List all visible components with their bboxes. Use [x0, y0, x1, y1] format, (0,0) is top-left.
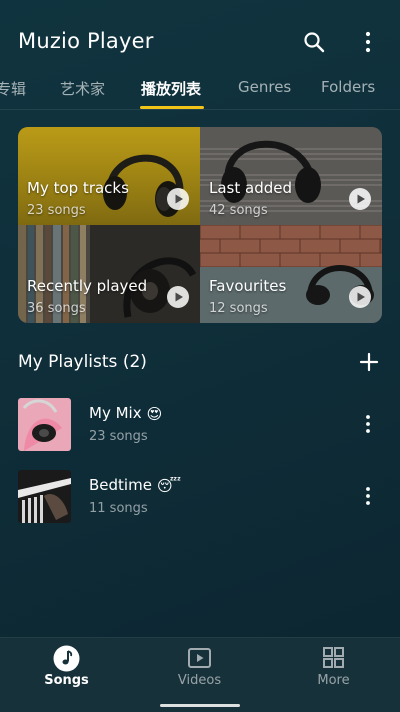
playlist-thumbnail	[18, 398, 71, 451]
nav-more[interactable]: More	[267, 638, 400, 712]
nav-songs[interactable]: Songs	[0, 638, 133, 712]
playlist-row-my-mix[interactable]: My Mix 😍 23 songs	[0, 398, 400, 458]
tab-artists[interactable]: 艺术家	[60, 78, 105, 99]
tile-label: Recently played	[27, 277, 148, 295]
tab-folders[interactable]: Folders	[321, 78, 375, 96]
more-vertical-icon[interactable]	[358, 484, 378, 508]
home-indicator	[160, 704, 240, 707]
plus-icon[interactable]	[358, 351, 380, 373]
nav-videos[interactable]: Videos	[133, 638, 266, 712]
nav-label: Videos	[177, 673, 222, 688]
music-note-icon	[53, 645, 80, 672]
app-bar: Muzio Player	[0, 0, 400, 70]
grid-icon	[323, 647, 344, 668]
tab-bar: 专辑 艺术家 播放列表 Genres Folders	[0, 70, 400, 110]
smart-playlist-grid: My top tracks 23 songs Last added 42 son…	[18, 127, 382, 323]
nav-label: Songs	[44, 673, 89, 688]
heart-eyes-emoji-icon: 😍	[146, 405, 163, 423]
playlist-song-count: 23 songs	[89, 429, 148, 444]
smart-playlist-favourites[interactable]: Favourites 12 songs	[200, 225, 382, 323]
app-title: Muzio Player	[18, 29, 154, 53]
smart-playlist-last-added[interactable]: Last added 42 songs	[200, 127, 382, 225]
playlist-name: Bedtime 😴	[89, 476, 181, 495]
tile-label: Last added	[209, 179, 292, 197]
tile-label: My top tracks	[27, 179, 129, 197]
tile-song-count: 23 songs	[27, 203, 86, 218]
bottom-navigation: Songs Videos More	[0, 637, 400, 712]
video-play-icon	[188, 648, 211, 668]
playlist-name: My Mix 😍	[89, 404, 163, 423]
tab-genres[interactable]: Genres	[238, 78, 291, 96]
smart-playlist-top-tracks[interactable]: My top tracks 23 songs	[18, 127, 200, 225]
play-icon[interactable]	[349, 286, 371, 308]
more-vertical-icon[interactable]	[358, 412, 378, 436]
search-icon[interactable]	[302, 30, 326, 54]
play-icon[interactable]	[349, 188, 371, 210]
my-playlists-title: My Playlists (2)	[18, 352, 147, 372]
tab-albums[interactable]: 专辑	[0, 78, 26, 99]
tab-playlists[interactable]: 播放列表	[141, 78, 201, 99]
sleeping-emoji-icon: 😴	[156, 477, 181, 495]
playlist-thumbnail	[18, 470, 71, 523]
tile-label: Favourites	[209, 277, 287, 295]
more-vertical-icon[interactable]	[358, 30, 378, 54]
smart-playlist-recently-played[interactable]: Recently played 36 songs	[18, 225, 200, 323]
nav-label: More	[317, 673, 350, 688]
active-tab-indicator	[140, 106, 204, 109]
tile-song-count: 12 songs	[209, 301, 268, 316]
tile-song-count: 36 songs	[27, 301, 86, 316]
playlist-row-bedtime[interactable]: Bedtime 😴 11 songs	[0, 470, 400, 530]
play-icon[interactable]	[167, 286, 189, 308]
tile-song-count: 42 songs	[209, 203, 268, 218]
play-icon[interactable]	[167, 188, 189, 210]
playlist-song-count: 11 songs	[89, 501, 148, 516]
